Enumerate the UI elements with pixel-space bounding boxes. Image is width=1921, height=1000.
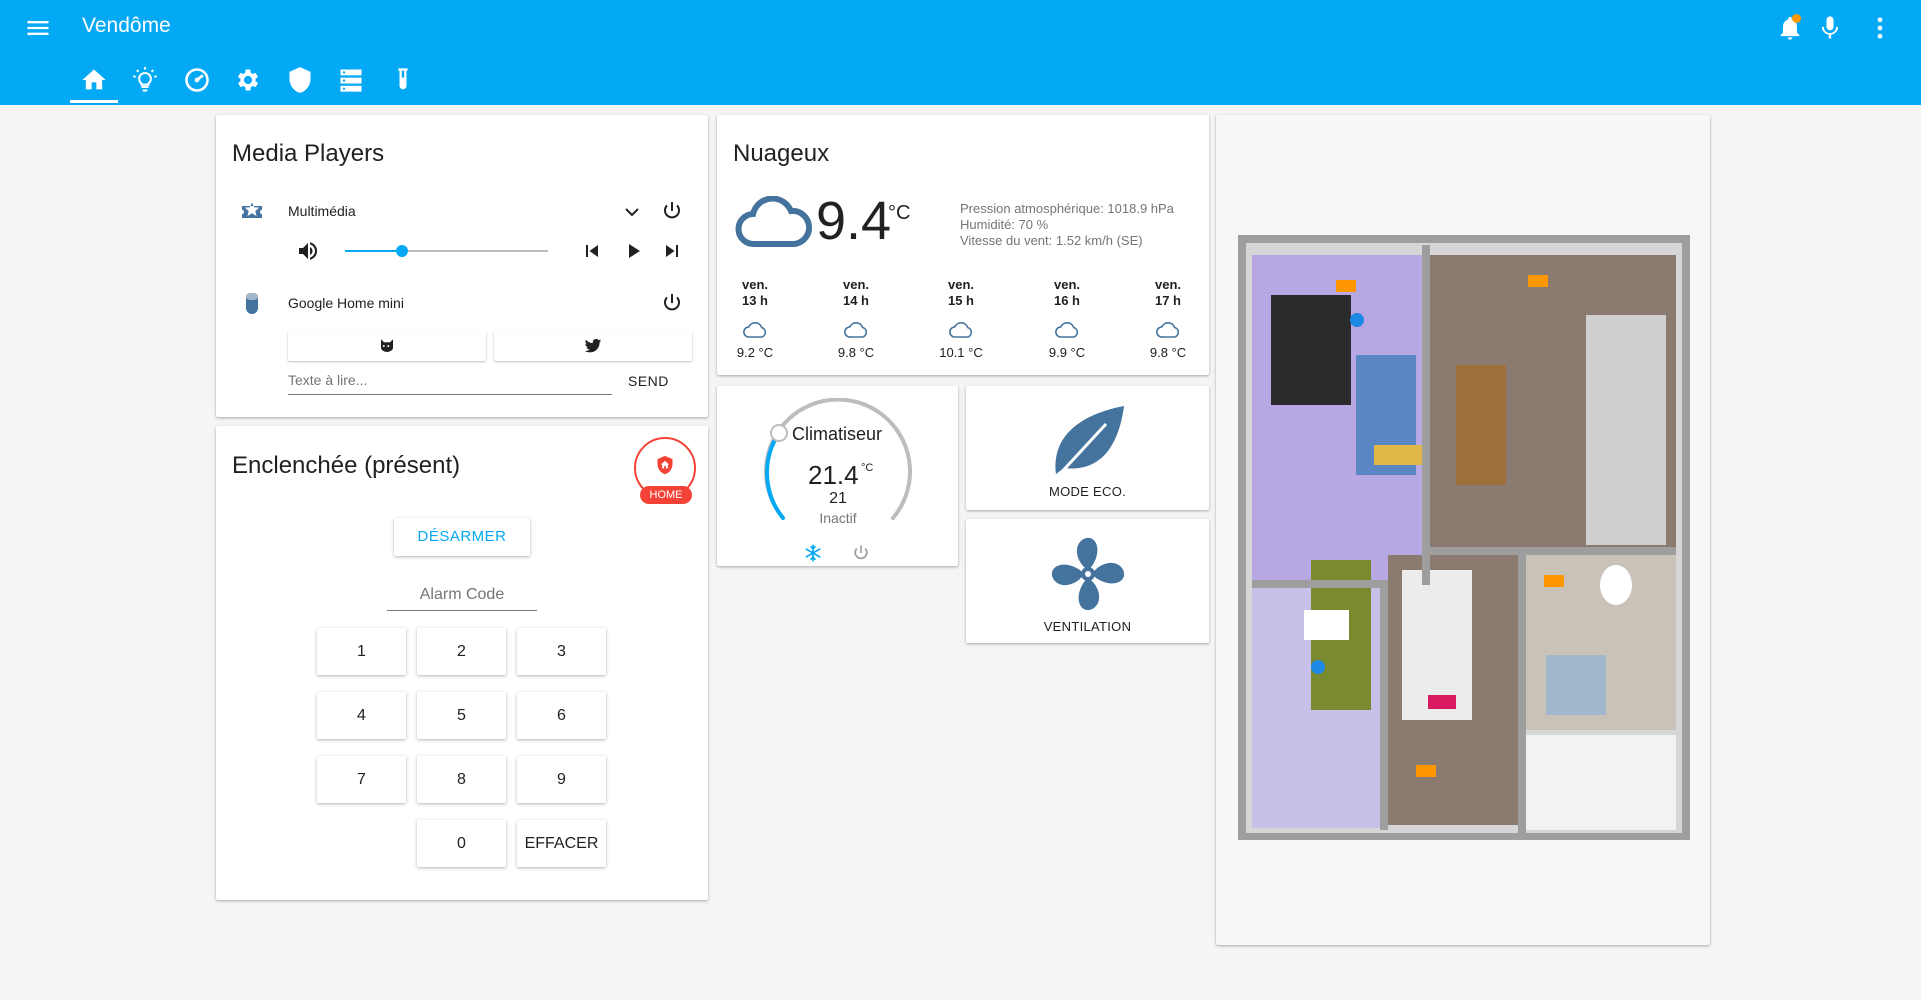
forecast-temp: 9.2 °C [736,345,774,360]
microphone-icon[interactable] [1816,14,1844,42]
tts-button-twitter[interactable] [494,331,692,361]
forecast-hour: 17 h [1154,293,1181,308]
keypad-key-0[interactable]: 0 [417,820,506,867]
volume-slider-fill [345,250,402,252]
skip-next-icon[interactable] [660,239,684,263]
play-icon[interactable] [621,239,645,263]
keypad-key-6[interactable]: 6 [517,692,606,739]
volume-slider-knob[interactable] [395,245,408,257]
floorplan-card [1216,115,1710,945]
forecast-item: ven. 17 h 9.8 °C [1128,277,1208,360]
chevron-down-icon[interactable] [620,200,644,224]
menu-icon[interactable] [24,14,52,42]
leaf-icon [1055,406,1124,478]
home-icon[interactable] [80,66,108,94]
alarm-code-placeholder: Alarm Code [419,586,505,603]
forecast-hour: 16 h [1053,293,1080,308]
settings-icon[interactable] [234,66,262,94]
forecast-hour: 13 h [741,293,768,308]
forecast-temp: 9.8 °C [1149,345,1187,360]
cloudy-icon [743,322,767,338]
cloudy-icon [735,196,812,247]
keypad-key-9[interactable]: 9 [517,756,606,803]
forecast-day: ven. [1053,277,1080,292]
forecast-day: ven. [947,277,974,292]
thermostat-target-temp: 21 [829,490,847,507]
skip-previous-icon[interactable] [580,239,604,263]
ticket-icon [242,202,262,218]
tts-placeholder: Texte à lire... [288,372,368,388]
keypad-key-8[interactable]: 8 [417,756,506,803]
keypad-clear-button[interactable]: EFFACER [517,820,606,867]
speaker-icon [246,293,258,314]
power-icon[interactable] [660,291,684,315]
cloudy-icon [844,322,868,338]
send-button[interactable]: SEND [628,373,669,389]
server-icon[interactable] [337,66,365,94]
player-name-multimedia: Multimédia [288,203,356,219]
keypad-key-7[interactable]: 7 [317,756,406,803]
lightbulb-icon[interactable] [131,66,159,94]
cat-icon [381,339,393,352]
fan-icon [1051,537,1125,611]
floorplan-image [1238,235,1690,840]
thermostat-temp-unit: °C [861,462,874,474]
shield-home-icon [657,455,673,475]
thermostat-name: Climatiseur [792,424,883,444]
thermostat-current-temp: 21.4 [808,460,859,490]
forecast-day: ven. [1154,277,1181,292]
forecast-temp: 10.1 °C [939,345,983,360]
ventilation-label: VENTILATION [1043,619,1132,634]
flask-icon[interactable] [389,66,417,94]
alarm-code-input[interactable]: Alarm Code [387,586,537,611]
forecast-temp: 9.8 °C [837,345,875,360]
active-tab-indicator [70,100,118,103]
app-title: Vendôme [82,14,171,37]
disarm-button[interactable]: DÉSARMER [394,518,530,556]
weather-temperature-unit: °C [888,202,911,224]
forecast-item: ven. 15 h 10.1 °C [921,277,1001,360]
weather-pressure: Pression atmosphérique: 1018.9 hPa [960,201,1174,216]
forecast-day: ven. [842,277,869,292]
cloudy-icon [1156,322,1180,338]
alarm-mode-badge: HOME [640,486,692,504]
player-name-google-home: Google Home mini [288,295,404,311]
forecast-hour: 14 h [842,293,869,308]
power-icon[interactable] [660,199,684,223]
weather-condition: Nuageux [733,140,830,167]
cloudy-icon [949,322,973,338]
forecast-temp: 9.9 °C [1048,345,1086,360]
forecast-item: ven. 13 h 9.2 °C [715,277,795,360]
thermostat-state: Inactif [819,510,857,526]
keypad-key-1[interactable]: 1 [317,628,406,675]
weather-wind: Vitesse du vent: 1.52 km/h (SE) [960,233,1143,248]
keypad-key-4[interactable]: 4 [317,692,406,739]
volume-slider[interactable] [345,245,548,257]
keypad-key-5[interactable]: 5 [417,692,506,739]
power-icon[interactable] [851,543,871,563]
weather-temperature: 9.4 [816,191,892,251]
volume-icon[interactable] [296,239,320,263]
forecast-day: ven. [741,277,768,292]
keypad-key-3[interactable]: 3 [517,628,606,675]
tts-button-cat[interactable] [288,331,486,361]
forecast-item: ven. 16 h 9.9 °C [1027,277,1107,360]
app-header: Vendôme [0,0,1921,105]
forecast-hour: 15 h [947,293,974,308]
more-vert-icon[interactable] [1866,14,1894,42]
media-players-title: Media Players [232,140,385,167]
twitter-icon [584,338,602,353]
tts-text-input[interactable]: Texte à lire... [288,372,612,395]
forecast-item: ven. 14 h 9.8 °C [816,277,896,360]
weather-humidity: Humidité: 70 % [960,217,1049,232]
eco-mode-label: MODE ECO. [1048,484,1127,499]
gauge-icon[interactable] [183,66,211,94]
cloudy-icon [1055,322,1079,338]
alarm-state-title: Enclenchée (présent) [232,452,461,479]
notification-dot [1792,14,1801,23]
keypad-key-2[interactable]: 2 [417,628,506,675]
snowflake-icon[interactable] [803,543,823,563]
shield-icon[interactable] [286,66,314,94]
